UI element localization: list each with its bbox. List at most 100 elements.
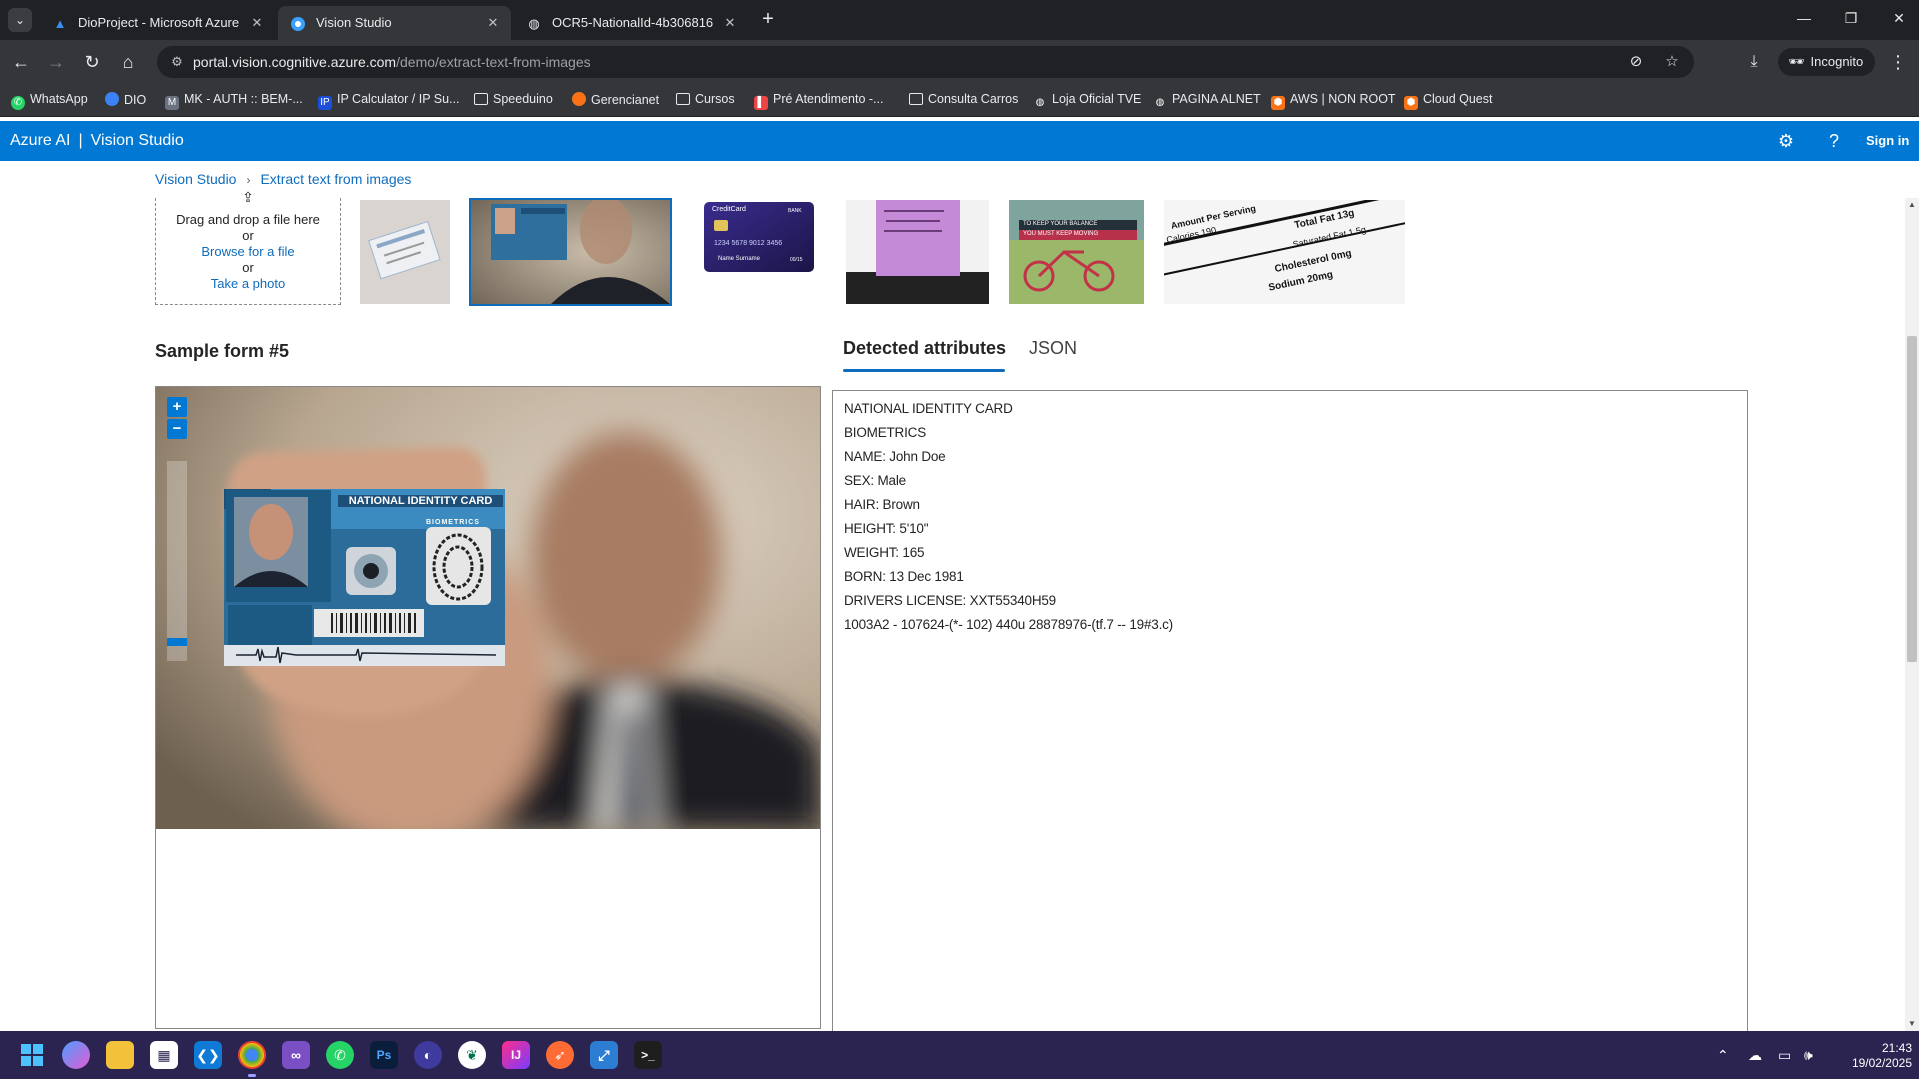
mongodb-compass-icon[interactable]: ❦ <box>458 1041 486 1069</box>
address-bar[interactable]: ⚙ portal.vision.cognitive.azure.com/demo… <box>157 46 1694 78</box>
image-viewer[interactable]: NATIONAL IDENTITY CARD BIOMETRICS + − <box>155 386 821 1029</box>
sample-thumb-handwritten-note[interactable] <box>846 200 989 304</box>
detected-text-line: HEIGHT: 5'10" <box>844 521 929 536</box>
back-button[interactable]: ← <box>9 50 33 74</box>
reload-button[interactable]: ↻ <box>80 50 104 74</box>
tab-dioproject[interactable]: ▲ DioProject - Microsoft Azure ✕ <box>40 6 275 40</box>
tray-chevron-up-icon[interactable]: ⌃ <box>1717 1047 1729 1064</box>
tab-title: Vision Studio <box>316 15 392 30</box>
bookmark-star-icon[interactable]: ☆ <box>1663 53 1681 71</box>
copilot-icon[interactable] <box>62 1041 90 1069</box>
browser-menu-button[interactable]: ⋮ <box>1888 50 1908 74</box>
take-photo-link[interactable]: Take a photo <box>156 276 340 291</box>
settings-gear-icon[interactable]: ⚙ <box>1775 130 1797 152</box>
credit-card-bank-text: BANK <box>788 208 802 214</box>
taskbar-clock[interactable]: 21:43 19/02/2025 <box>1836 1041 1912 1071</box>
detected-text-line: SEX: Male <box>844 473 906 488</box>
photoshop-icon[interactable]: Ps <box>370 1041 398 1069</box>
bookmark-whatsapp[interactable]: ✆ WhatsApp <box>11 92 88 110</box>
bookmark-consulta-carros[interactable]: Consulta Carros <box>909 92 1018 106</box>
visual-studio-icon[interactable]: ∞ <box>282 1041 310 1069</box>
sample-thumb-social-security-card[interactable] <box>360 200 450 304</box>
app-circle-icon[interactable]: ◐ <box>414 1041 442 1069</box>
url-text: portal.vision.cognitive.azure.com/demo/e… <box>193 54 591 70</box>
tab-detected-attributes[interactable]: Detected attributes <box>843 338 1006 359</box>
browser-toolbar: ← → ↻ ⌂ ⚙ portal.vision.cognitive.azure.… <box>0 40 1919 84</box>
tracking-protection-icon[interactable]: ⊘ <box>1627 53 1645 71</box>
bookmark-cursos[interactable]: Cursos <box>676 92 735 106</box>
breadcrumb: Vision Studio › Extract text from images <box>155 171 411 187</box>
terminal-icon[interactable]: >_ <box>634 1041 662 1069</box>
sample-thumb-credit-card[interactable]: CreditCard BANK 1234 5678 9012 3456 Name… <box>704 202 814 272</box>
sample-thumb-bicycle-poster[interactable]: TO KEEP YOUR BALANCE YOU MUST KEEP MOVIN… <box>1009 200 1144 304</box>
downloads-icon[interactable]: ⤓ <box>1742 50 1766 74</box>
minimize-button[interactable]: — <box>1789 10 1819 26</box>
zoom-in-button[interactable]: + <box>167 397 187 417</box>
volume-icon[interactable]: 🕪 <box>1804 1047 1813 1064</box>
home-button[interactable]: ⌂ <box>116 50 140 74</box>
help-icon[interactable]: ? <box>1823 130 1845 152</box>
sign-in-button[interactable]: Sign in <box>1866 133 1909 148</box>
zoom-slider-track[interactable] <box>167 461 187 661</box>
intellij-icon[interactable]: IJ <box>502 1041 530 1069</box>
window-close-button[interactable]: ✕ <box>1884 10 1914 27</box>
close-icon[interactable]: ✕ <box>722 15 738 31</box>
remote-desktop-icon[interactable]: ⤢ <box>590 1041 618 1069</box>
bookmark-dio[interactable]: DIO <box>105 92 146 107</box>
detected-text-line: WEIGHT: 165 <box>844 545 925 560</box>
scroll-up-arrow-icon[interactable]: ▲ <box>1905 198 1919 212</box>
breadcrumb-extract-text[interactable]: Extract text from images <box>260 171 411 187</box>
bookmark-loja-oficial[interactable]: ◍ Loja Oficial TVE <box>1033 92 1142 110</box>
new-tab-button[interactable]: + <box>758 9 778 29</box>
detected-text-line: HAIR: Brown <box>844 497 920 512</box>
bookmark-ip-calculator[interactable]: IP IP Calculator / IP Su... <box>318 92 460 110</box>
bookmark-gerencianet[interactable]: Gerencianet <box>572 92 659 107</box>
file-drop-zone[interactable]: ⇪ Drag and drop a file here or Browse fo… <box>155 190 341 305</box>
whatsapp-icon[interactable]: ✆ <box>326 1041 354 1069</box>
site-info-icon[interactable]: ⚙ <box>169 54 185 70</box>
browser-tab-strip: ⌄ ▲ DioProject - Microsoft Azure ✕ Visio… <box>0 0 1919 40</box>
detected-text-line: NATIONAL IDENTITY CARD <box>844 401 1013 416</box>
folder-icon <box>909 93 923 105</box>
bookmark-cloud-quest[interactable]: ⬢ Cloud Quest <box>1404 92 1492 110</box>
or-text: or <box>242 260 254 275</box>
close-icon[interactable]: ✕ <box>249 15 265 31</box>
tab-search-button[interactable]: ⌄ <box>8 8 32 32</box>
restore-button[interactable]: ❐ <box>1836 10 1866 27</box>
scroll-down-arrow-icon[interactable]: ▼ <box>1905 1017 1919 1031</box>
incognito-indicator[interactable]: 🕶 Incognito <box>1778 48 1876 76</box>
tab-json[interactable]: JSON <box>1029 338 1077 359</box>
bookmark-speeduino[interactable]: Speeduino <box>474 92 553 106</box>
zoom-slider-handle[interactable] <box>167 638 187 646</box>
microsoft-store-icon[interactable]: ▦ <box>150 1041 178 1069</box>
chrome-icon[interactable] <box>238 1041 266 1077</box>
tab-vision-studio[interactable]: Vision Studio ✕ <box>278 6 511 40</box>
app-title[interactable]: Azure AI | Vision Studio <box>10 132 184 150</box>
close-icon[interactable]: ✕ <box>485 15 501 31</box>
sample-thumb-nutrition-label[interactable]: Amount Per Serving Calories 190 Total Fa… <box>1164 200 1405 304</box>
postman-icon[interactable]: ➶ <box>546 1041 574 1069</box>
windows-taskbar: ▦ ❮❯ ∞ ✆ Ps ◐ ❦ IJ ➶ ⤢ >_ ⌃ ☁ ▭ 🕪 21:43 … <box>0 1031 1919 1079</box>
poster-text-2: YOU MUST KEEP MOVING <box>1023 231 1099 237</box>
sample-thumb-national-id[interactable] <box>469 198 672 306</box>
detected-text-line: 1003A2 - 107624-(*- 102) 440u 28878976-(… <box>844 617 1173 632</box>
detected-text-line: DRIVERS LICENSE: XXT55340H59 <box>844 593 1056 608</box>
zoom-out-button[interactable]: − <box>167 419 187 439</box>
browse-file-link[interactable]: Browse for a file <box>156 244 340 259</box>
scrollbar-thumb[interactable] <box>1907 336 1917 662</box>
page-scrollbar[interactable]: ▲ ▼ <box>1905 198 1919 1031</box>
breadcrumb-vision-studio[interactable]: Vision Studio <box>155 171 236 187</box>
bookmark-pre-atendimento[interactable]: ▌ Pré Atendimento -... <box>754 92 883 110</box>
forward-button[interactable]: → <box>44 50 68 74</box>
bookmark-pagina-alnet[interactable]: ◍ PAGINA ALNET <box>1153 92 1261 110</box>
tab-ocr-image[interactable]: ◍ OCR5-NationalId-4b306816.jpg ✕ <box>514 6 748 40</box>
detected-text-line: BORN: 13 Dec 1981 <box>844 569 964 584</box>
onedrive-cloud-icon[interactable]: ☁ <box>1748 1047 1762 1064</box>
bookmark-aws-non-root[interactable]: ⬢ AWS | NON ROOT <box>1271 92 1396 110</box>
mk-icon: M <box>165 96 179 110</box>
windows-start-icon[interactable] <box>18 1041 46 1069</box>
bookmark-mk-auth[interactable]: M MK - AUTH :: BEM-... <box>165 92 303 110</box>
network-icon[interactable]: ▭ <box>1778 1047 1791 1064</box>
file-explorer-icon[interactable] <box>106 1041 134 1069</box>
vscode-icon[interactable]: ❮❯ <box>194 1041 222 1069</box>
